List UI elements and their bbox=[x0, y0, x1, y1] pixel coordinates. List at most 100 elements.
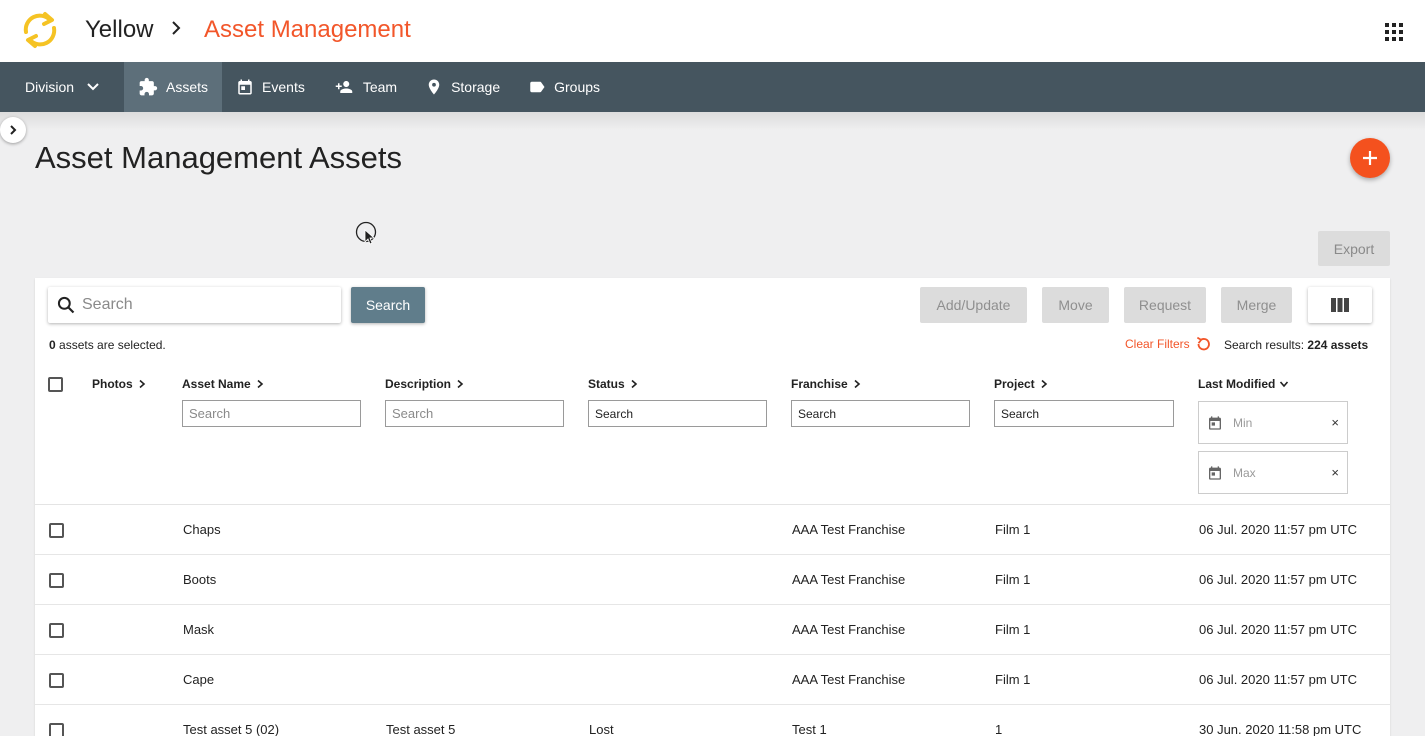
status-filter-input[interactable] bbox=[588, 400, 767, 427]
franchise-cell: AAA Test Franchise bbox=[792, 522, 906, 537]
plus-icon bbox=[1363, 151, 1377, 165]
clear-min-date-icon[interactable]: × bbox=[1331, 415, 1339, 430]
chevron-right-icon bbox=[631, 379, 637, 389]
map-pin-icon bbox=[428, 79, 440, 95]
franchise-filter-input[interactable] bbox=[791, 400, 970, 427]
calendar-icon bbox=[238, 79, 252, 95]
chevron-down-icon bbox=[87, 83, 99, 91]
nav-item-events[interactable]: Events bbox=[222, 62, 319, 112]
chevron-right-icon bbox=[257, 379, 263, 389]
table-row[interactable]: Mask AAA Test Franchise Film 1 06 Jul. 2… bbox=[35, 605, 1390, 655]
row-checkbox[interactable] bbox=[49, 573, 64, 588]
chevron-down-icon bbox=[1280, 381, 1289, 388]
date-max-placeholder: Max bbox=[1233, 465, 1256, 480]
selected-count: 0 bbox=[49, 338, 56, 352]
request-button[interactable]: Request bbox=[1124, 287, 1206, 323]
row-checkbox[interactable] bbox=[49, 673, 64, 688]
column-label-franchise: Franchise bbox=[791, 377, 848, 391]
description-cell: Test asset 5 bbox=[386, 722, 456, 736]
chevron-right-icon bbox=[457, 379, 464, 389]
project-cell: Film 1 bbox=[995, 622, 1031, 637]
column-header-status[interactable]: Status bbox=[588, 377, 639, 391]
main-nav: Division Assets Events Team Storage Grou… bbox=[0, 62, 1425, 112]
division-dropdown[interactable]: Division bbox=[0, 62, 124, 112]
table-row[interactable]: Cape AAA Test Franchise Film 1 06 Jul. 2… bbox=[35, 655, 1390, 705]
date-min-field[interactable]: Min × bbox=[1198, 401, 1348, 444]
column-header-asset-name[interactable]: Asset Name bbox=[182, 377, 265, 391]
asset-name-cell[interactable]: Boots bbox=[183, 572, 216, 587]
sidebar-toggle-button[interactable] bbox=[0, 117, 26, 143]
clear-filters-button[interactable]: Clear Filters bbox=[1125, 335, 1212, 353]
chevron-right-icon bbox=[10, 125, 17, 135]
breadcrumb-chevron-icon bbox=[172, 21, 181, 35]
asset-name-filter-input[interactable] bbox=[182, 400, 361, 427]
row-checkbox[interactable] bbox=[49, 623, 64, 638]
mouse-cursor-icon bbox=[355, 221, 377, 245]
column-header-description[interactable]: Description bbox=[385, 377, 465, 391]
search-input[interactable] bbox=[82, 296, 322, 314]
project-cell: Film 1 bbox=[995, 522, 1031, 537]
chevron-right-icon bbox=[139, 379, 145, 389]
select-all-checkbox[interactable] bbox=[48, 377, 63, 392]
division-label: Division bbox=[25, 79, 75, 95]
nav-item-groups[interactable]: Groups bbox=[514, 62, 614, 112]
chevron-right-icon bbox=[1041, 379, 1047, 389]
project-filter-input[interactable] bbox=[994, 400, 1174, 427]
clear-filters-label: Clear Filters bbox=[1125, 337, 1190, 351]
nav-label-team: Team bbox=[362, 79, 398, 95]
column-label-photos: Photos bbox=[92, 377, 133, 391]
nav-label-storage: Storage bbox=[451, 79, 501, 95]
person-add-icon bbox=[335, 81, 353, 93]
yellow-logo-icon[interactable] bbox=[16, 6, 64, 54]
column-header-last-modified[interactable]: Last Modified bbox=[1198, 377, 1289, 391]
column-label-last-modified: Last Modified bbox=[1198, 377, 1276, 391]
view-columns-icon bbox=[1331, 298, 1349, 312]
asset-name-cell[interactable]: Mask bbox=[183, 622, 214, 637]
row-checkbox[interactable] bbox=[49, 523, 64, 538]
nav-item-team[interactable]: Team bbox=[319, 62, 411, 112]
column-header-franchise[interactable]: Franchise bbox=[791, 377, 862, 391]
calendar-icon bbox=[1209, 415, 1221, 430]
calendar-icon bbox=[1209, 465, 1221, 480]
row-checkbox[interactable] bbox=[49, 723, 64, 736]
top-bar: Yellow Asset Management bbox=[0, 0, 1425, 62]
franchise-cell: AAA Test Franchise bbox=[792, 622, 906, 637]
asset-name-cell[interactable]: Chaps bbox=[183, 522, 221, 537]
label-icon bbox=[530, 81, 545, 93]
export-button[interactable]: Export bbox=[1318, 231, 1390, 266]
search-button[interactable]: Search bbox=[351, 287, 425, 323]
column-view-button[interactable] bbox=[1308, 287, 1372, 323]
column-header-project[interactable]: Project bbox=[994, 377, 1049, 391]
table-row[interactable]: Chaps AAA Test Franchise Film 1 06 Jul. … bbox=[35, 505, 1390, 555]
clear-max-date-icon[interactable]: × bbox=[1331, 465, 1339, 480]
add-update-button[interactable]: Add/Update bbox=[920, 287, 1027, 323]
table-row[interactable]: Boots AAA Test Franchise Film 1 06 Jul. … bbox=[35, 555, 1390, 605]
table-row[interactable]: Test asset 5 (02) Test asset 5 Lost Test… bbox=[35, 705, 1390, 736]
column-label-description: Description bbox=[385, 377, 452, 391]
apps-grid-icon[interactable] bbox=[1385, 23, 1403, 41]
project-cell: Film 1 bbox=[995, 572, 1031, 587]
move-button[interactable]: Move bbox=[1042, 287, 1109, 323]
date-max-field[interactable]: Max × bbox=[1198, 451, 1348, 494]
search-box bbox=[48, 287, 341, 323]
brand-name[interactable]: Yellow bbox=[85, 16, 154, 44]
reset-icon bbox=[1196, 336, 1210, 351]
column-label-status: Status bbox=[588, 377, 625, 391]
nav-shadow bbox=[0, 112, 1425, 130]
last-modified-cell: 06 Jul. 2020 11:57 pm UTC bbox=[1199, 572, 1358, 587]
puzzle-icon bbox=[139, 77, 158, 96]
app-title[interactable]: Asset Management bbox=[204, 16, 411, 44]
column-header-photos[interactable]: Photos bbox=[92, 377, 147, 391]
asset-name-cell[interactable]: Test asset 5 (02) bbox=[183, 722, 279, 736]
asset-name-cell[interactable]: Cape bbox=[183, 672, 214, 687]
add-asset-button[interactable] bbox=[1350, 138, 1390, 178]
nav-item-storage[interactable]: Storage bbox=[411, 62, 514, 112]
franchise-cell: Test 1 bbox=[792, 722, 827, 736]
results-prefix: Search results: bbox=[1224, 338, 1305, 352]
search-icon bbox=[57, 296, 75, 314]
nav-label-events: Events bbox=[262, 79, 305, 95]
last-modified-cell: 06 Jul. 2020 11:57 pm UTC bbox=[1199, 672, 1358, 687]
merge-button[interactable]: Merge bbox=[1221, 287, 1292, 323]
description-filter-input[interactable] bbox=[385, 400, 564, 427]
nav-item-assets[interactable]: Assets bbox=[124, 62, 223, 112]
